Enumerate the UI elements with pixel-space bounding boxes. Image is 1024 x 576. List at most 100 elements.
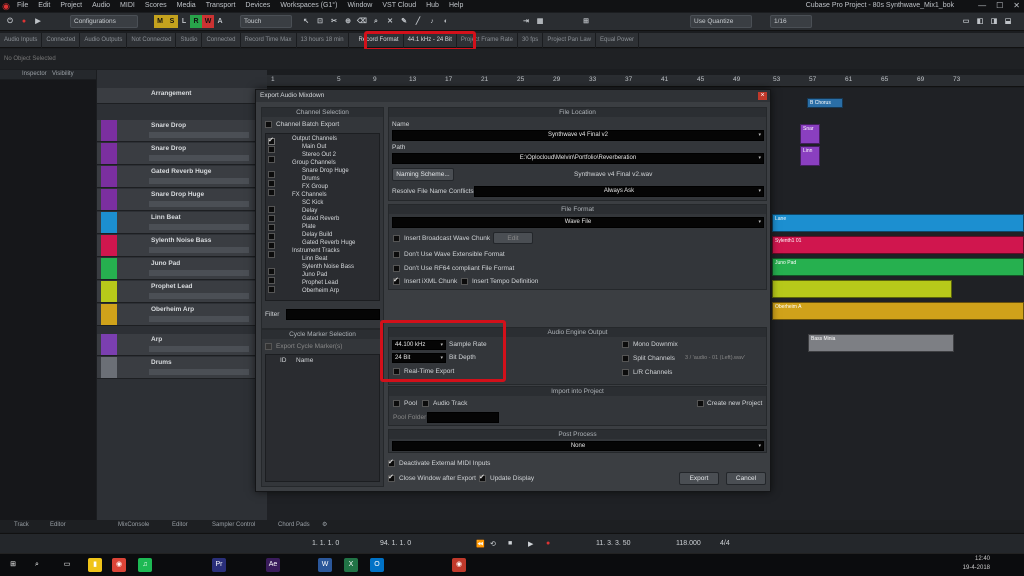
- excel-icon[interactable]: X: [344, 558, 358, 572]
- mute-button[interactable]: M: [154, 15, 166, 28]
- read-button[interactable]: R: [190, 15, 202, 28]
- play-tool-icon[interactable]: ♪: [426, 15, 438, 28]
- erase-icon[interactable]: ⌫: [356, 15, 368, 28]
- tab-visibility[interactable]: Visibility: [52, 70, 74, 79]
- tree-item-fx-group[interactable]: FX Group: [302, 184, 328, 190]
- tree-checkbox[interactable]: [268, 146, 275, 153]
- tree-item-stereo-out-2[interactable]: Stereo Out 2: [302, 152, 336, 158]
- write-button[interactable]: W: [202, 15, 214, 28]
- tree-checkbox[interactable]: [268, 277, 275, 284]
- export-cycle-marker-checkbox[interactable]: [265, 343, 272, 350]
- track-controls[interactable]: [149, 369, 249, 375]
- split-channels-checkbox[interactable]: [622, 355, 629, 362]
- draw-icon[interactable]: ✎: [398, 15, 410, 28]
- chevron-down-icon[interactable]: ▾: [758, 187, 761, 196]
- prophet-events[interactable]: [772, 280, 952, 298]
- bass-events[interactable]: Bass Minia: [808, 334, 954, 352]
- menu-transport[interactable]: Transport: [201, 0, 241, 12]
- outlook-icon[interactable]: O: [370, 558, 384, 572]
- resolve-conflicts-dropdown[interactable]: Always Ask ▾: [474, 186, 764, 197]
- main-out-checkbox[interactable]: [268, 136, 275, 145]
- activate-project-icon[interactable]: ⏻: [4, 15, 16, 28]
- record-icon[interactable]: ●: [546, 540, 550, 547]
- status-audio-outputs[interactable]: Audio Outputs: [80, 32, 128, 48]
- path-input[interactable]: E:\Oplocloud\Melvin\Portfolio\Reverberat…: [392, 153, 764, 164]
- tree-item-oberheim-arp[interactable]: Oberheim Arp: [302, 288, 339, 294]
- signature-display[interactable]: 4/4: [720, 540, 730, 547]
- zoom-icon[interactable]: ⌕: [370, 15, 382, 28]
- close-after-export-checkbox[interactable]: [388, 473, 395, 482]
- tree-group-output[interactable]: Output Channels: [292, 136, 337, 142]
- file-explorer-icon[interactable]: ▮: [88, 558, 102, 572]
- track-snare-drop-2[interactable]: Snare Drop: [97, 143, 267, 165]
- tempo-display[interactable]: 118.000: [676, 540, 701, 547]
- search-icon[interactable]: ⌕: [30, 558, 44, 572]
- tree-checkbox[interactable]: [268, 180, 275, 187]
- lr-channels-checkbox[interactable]: [622, 369, 629, 376]
- wave-extensible-checkbox[interactable]: [393, 251, 400, 258]
- track-snare-drop-1[interactable]: Snare Drop: [97, 120, 267, 142]
- tree-checkbox[interactable]: [268, 286, 275, 293]
- tree-checkbox[interactable]: [268, 268, 275, 275]
- gear-icon[interactable]: ⚙: [322, 521, 327, 528]
- menu-audio[interactable]: Audio: [87, 0, 115, 12]
- tree-checkbox[interactable]: [268, 233, 275, 240]
- oberheim-events[interactable]: Oberheim A: [772, 302, 1024, 320]
- cancel-button[interactable]: Cancel: [726, 472, 766, 485]
- status-audio-inputs[interactable]: Audio Inputs: [0, 32, 43, 48]
- layout-right-icon[interactable]: ◨: [988, 15, 1000, 28]
- tree-item-linn-beat[interactable]: Linn Beat: [302, 256, 327, 262]
- ixml-checkbox[interactable]: [393, 276, 400, 285]
- track-controls[interactable]: [149, 247, 249, 253]
- broadcast-edit-button[interactable]: Edit: [493, 232, 533, 244]
- menu-devices[interactable]: Devices: [240, 0, 275, 12]
- pool-checkbox[interactable]: [393, 400, 400, 407]
- track-linn-beat[interactable]: Linn Beat: [97, 212, 267, 234]
- menu-workspaces[interactable]: Workspaces (G1°): [275, 0, 342, 12]
- tab-sampler-control[interactable]: Sampler Control: [212, 522, 255, 528]
- tree-item-juno-pad[interactable]: Juno Pad: [302, 272, 327, 278]
- filter-input[interactable]: [286, 309, 380, 320]
- track-controls[interactable]: [149, 346, 249, 352]
- track-juno-pad[interactable]: Juno Pad: [97, 258, 267, 280]
- track-arrangement[interactable]: Arrangement: [97, 88, 267, 104]
- constrain-delay-icon[interactable]: ●: [18, 15, 30, 28]
- play-icon[interactable]: ▶: [32, 15, 44, 28]
- tree-item-main-out[interactable]: Main Out: [302, 144, 326, 150]
- tab-mixconsole[interactable]: MixConsole: [118, 522, 149, 528]
- snap-type-icon[interactable]: ⊞: [580, 15, 592, 28]
- object-select-icon[interactable]: ↖: [300, 15, 312, 28]
- line-icon[interactable]: ╱: [412, 15, 424, 28]
- menu-file[interactable]: File: [12, 0, 33, 12]
- layout-left-icon[interactable]: ◧: [974, 15, 986, 28]
- menu-project[interactable]: Project: [55, 0, 87, 12]
- status-studio[interactable]: Studio: [176, 32, 203, 48]
- tree-item-plate[interactable]: Plate: [302, 224, 316, 230]
- solo-button[interactable]: S: [166, 15, 178, 28]
- status-record-time-max[interactable]: Record Time Max: [241, 32, 297, 48]
- track-controls[interactable]: [149, 293, 249, 299]
- track-snare-drop-huge[interactable]: Snare Drop Huge: [97, 189, 267, 211]
- after-effects-icon[interactable]: Ae: [266, 558, 280, 572]
- mono-downmix-checkbox[interactable]: [622, 341, 629, 348]
- track-controls[interactable]: [149, 201, 249, 207]
- snap-icon[interactable]: ⇥: [520, 15, 532, 28]
- tree-group-fx-channels[interactable]: FX Channels: [292, 192, 327, 198]
- tab-chord-pads[interactable]: Chord Pads: [278, 522, 310, 528]
- tempo-definition-checkbox[interactable]: [461, 278, 468, 285]
- tree-item-prophet-lead[interactable]: Prophet Lead: [302, 280, 338, 286]
- color-tool-icon[interactable]: ◐: [440, 15, 452, 28]
- cycle-marker-list[interactable]: ID Name: [265, 354, 380, 482]
- task-view-icon[interactable]: ▭: [60, 558, 74, 572]
- audio-track-checkbox[interactable]: [422, 400, 429, 407]
- clock-date[interactable]: 19-4-2018: [963, 565, 990, 571]
- update-display-checkbox[interactable]: [479, 473, 486, 482]
- juno-events[interactable]: Juno Pad: [772, 258, 1024, 276]
- menu-window[interactable]: Window: [342, 0, 377, 12]
- tree-checkbox[interactable]: [268, 189, 275, 196]
- maximize-icon[interactable]: ☐: [996, 0, 1003, 12]
- right-locator[interactable]: 94. 1. 1. 0: [380, 540, 411, 547]
- tree-item-delay[interactable]: Delay: [302, 208, 317, 214]
- premiere-icon[interactable]: Pr: [212, 558, 226, 572]
- chrome-icon[interactable]: ◉: [112, 558, 126, 572]
